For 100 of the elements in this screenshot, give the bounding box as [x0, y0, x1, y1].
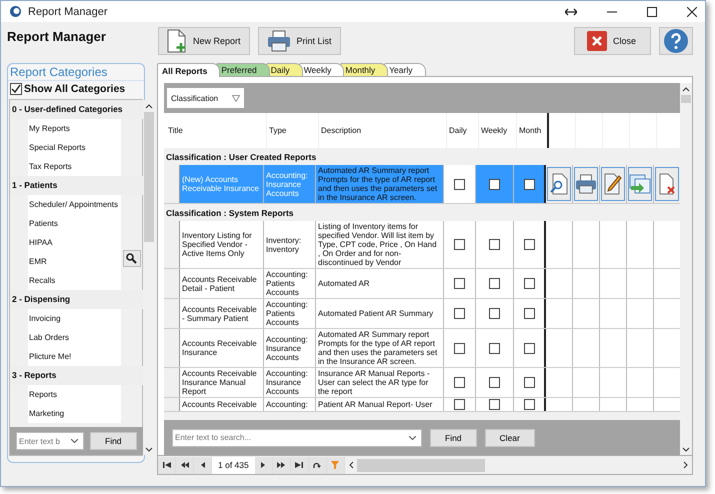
- schedule-checkbox[interactable]: [524, 178, 534, 190]
- schedule-checkbox[interactable]: [454, 239, 465, 250]
- help-button[interactable]: [659, 27, 693, 55]
- scroll-thumb[interactable]: [681, 95, 691, 103]
- edit-button[interactable]: [601, 167, 625, 201]
- filter-icon[interactable]: [232, 94, 240, 102]
- schedule-checkbox[interactable]: [454, 278, 465, 289]
- dropdown-caret-icon[interactable]: [409, 436, 416, 440]
- previous-group-button[interactable]: [176, 456, 194, 474]
- find-button[interactable]: Find: [90, 432, 137, 450]
- schedule-checkbox[interactable]: [489, 377, 500, 388]
- schedule-checkbox[interactable]: [489, 278, 500, 289]
- category-group[interactable]: 2 - Dispensing: [10, 290, 143, 309]
- toolbar-button[interactable]: Print List: [258, 27, 341, 55]
- scroll-right-icon[interactable]: [683, 461, 688, 469]
- column-header[interactable]: Description: [319, 113, 447, 148]
- category-item[interactable]: Tax Reports: [28, 157, 121, 176]
- print-button[interactable]: [574, 167, 598, 201]
- report-row[interactable]: [164, 221, 680, 269]
- previous-page-button[interactable]: [194, 456, 212, 474]
- clear-button[interactable]: Clear: [484, 428, 535, 446]
- category-item[interactable]: Plicture Me!: [28, 347, 121, 366]
- scroll-thumb[interactable]: [356, 458, 485, 472]
- schedule-checkbox[interactable]: [524, 342, 534, 354]
- report-row[interactable]: Accounts Receivable Insurance Manual Report Accounting: Insurance Accounts Insurance AR Manual Reports - User can select the AR type for the report: [164, 368, 680, 398]
- search-box[interactable]: Enter text to search...: [172, 428, 422, 446]
- schedule-checkbox[interactable]: [454, 178, 465, 190]
- category-item[interactable]: Reports: [28, 385, 121, 404]
- category-item[interactable]: Lab Orders: [28, 328, 121, 347]
- first-page-icon: [162, 462, 170, 468]
- delete-button[interactable]: [655, 167, 679, 201]
- schedule-checkbox[interactable]: [489, 308, 500, 319]
- tab[interactable]: Yearly: [384, 63, 426, 76]
- dropdown-caret-icon[interactable]: [71, 439, 78, 443]
- category-item[interactable]: Marketing: [28, 404, 121, 423]
- category-item[interactable]: HIPAA: [28, 233, 121, 252]
- column-header[interactable]: Title: [166, 113, 267, 148]
- scroll-up-icon[interactable]: [682, 87, 690, 92]
- schedule-checkbox[interactable]: [454, 308, 465, 319]
- tab[interactable]: Weekly: [298, 63, 344, 76]
- report-row[interactable]: Accounts Receivable Insurance Accounting: Insurance Accounts Automated AR Summary report Prompts for the type of AR report and then uses the parameters set in the Insurance AR screen.: [164, 329, 680, 368]
- category-item[interactable]: Invoicing: [28, 309, 121, 328]
- first-page-button[interactable]: [158, 456, 176, 474]
- next-page-button[interactable]: [254, 456, 273, 474]
- last-page-button[interactable]: [290, 456, 309, 474]
- scroll-thumb[interactable]: [144, 112, 154, 242]
- column-header[interactable]: Daily: [447, 113, 479, 148]
- show-all-checkbox[interactable]: Show All Categories: [8, 81, 144, 97]
- group-header[interactable]: Classification : User Created Reports: [166, 152, 316, 162]
- category-group[interactable]: 3 - Reports: [10, 366, 143, 385]
- schedule-checkbox[interactable]: [524, 239, 534, 250]
- category-item[interactable]: EMR: [28, 252, 121, 271]
- tab[interactable]: Monthly: [340, 63, 388, 76]
- column-header[interactable]: Type: [267, 113, 319, 148]
- maximize-icon[interactable]: [647, 6, 657, 16]
- schedule-checkbox[interactable]: [489, 178, 500, 190]
- category-item[interactable]: Special Reports: [28, 138, 121, 157]
- scroll-down-icon[interactable]: [682, 447, 690, 452]
- report-row[interactable]: Accounts Receivable Detail - Patient Accounting: Patients Accounts Automated AR: [164, 269, 680, 299]
- tab[interactable]: Daily: [266, 63, 303, 76]
- category-item[interactable]: Patients: [28, 214, 121, 233]
- schedule-checkbox[interactable]: [524, 308, 534, 319]
- tab[interactable]: Preferred: [216, 63, 270, 76]
- category-group[interactable]: 0 - User-defined Categories: [10, 100, 143, 119]
- category-item[interactable]: Recalls: [28, 271, 121, 290]
- next-group-button[interactable]: [272, 456, 291, 474]
- column-header[interactable]: Month: [517, 113, 549, 148]
- schedule-checkbox[interactable]: [524, 278, 534, 289]
- tab[interactable]: All Reports: [157, 63, 220, 77]
- group-by-chip[interactable]: Classification: [167, 88, 244, 108]
- refresh-button[interactable]: [308, 456, 327, 474]
- scrollbar[interactable]: [680, 83, 692, 455]
- close-button[interactable]: Close: [574, 27, 651, 55]
- scroll-up-icon[interactable]: [144, 104, 153, 109]
- schedule-checkbox[interactable]: [489, 342, 500, 354]
- resize-icon[interactable]: [565, 8, 577, 16]
- copy-button[interactable]: [628, 167, 652, 201]
- report-row[interactable]: Accounts Receivable - Summary Patient Accounting: Patients Accounts Automated Patient AR Summary: [164, 299, 680, 329]
- schedule-checkbox[interactable]: [454, 399, 465, 410]
- group-header[interactable]: Classification : System Reports: [166, 208, 294, 218]
- schedule-checkbox[interactable]: [454, 342, 465, 354]
- scroll-down-icon[interactable]: [144, 447, 153, 452]
- search-button[interactable]: [122, 250, 141, 267]
- toolbar-button[interactable]: New Report: [158, 27, 250, 55]
- scroll-left-icon[interactable]: [348, 461, 354, 469]
- schedule-checkbox[interactable]: [524, 399, 534, 410]
- category-search-box[interactable]: Enter text b: [16, 432, 84, 450]
- category-item[interactable]: My Reports: [28, 119, 121, 138]
- schedule-checkbox[interactable]: [489, 399, 500, 410]
- close-icon[interactable]: [687, 6, 697, 16]
- preview-button[interactable]: [547, 167, 571, 201]
- column-header[interactable]: Weekly: [479, 113, 517, 148]
- schedule-checkbox[interactable]: [489, 239, 500, 250]
- report-row[interactable]: Accounts Receivable Accounting: Patient AR Manual Report- User: [164, 398, 680, 412]
- minimize-icon[interactable]: [607, 10, 617, 12]
- schedule-checkbox[interactable]: [454, 377, 465, 388]
- schedule-checkbox[interactable]: [524, 377, 534, 388]
- find-button[interactable]: Find: [430, 428, 477, 446]
- category-item[interactable]: Scheduler/ Appointments: [28, 195, 121, 214]
- category-group[interactable]: 1 - Patients: [10, 176, 143, 195]
